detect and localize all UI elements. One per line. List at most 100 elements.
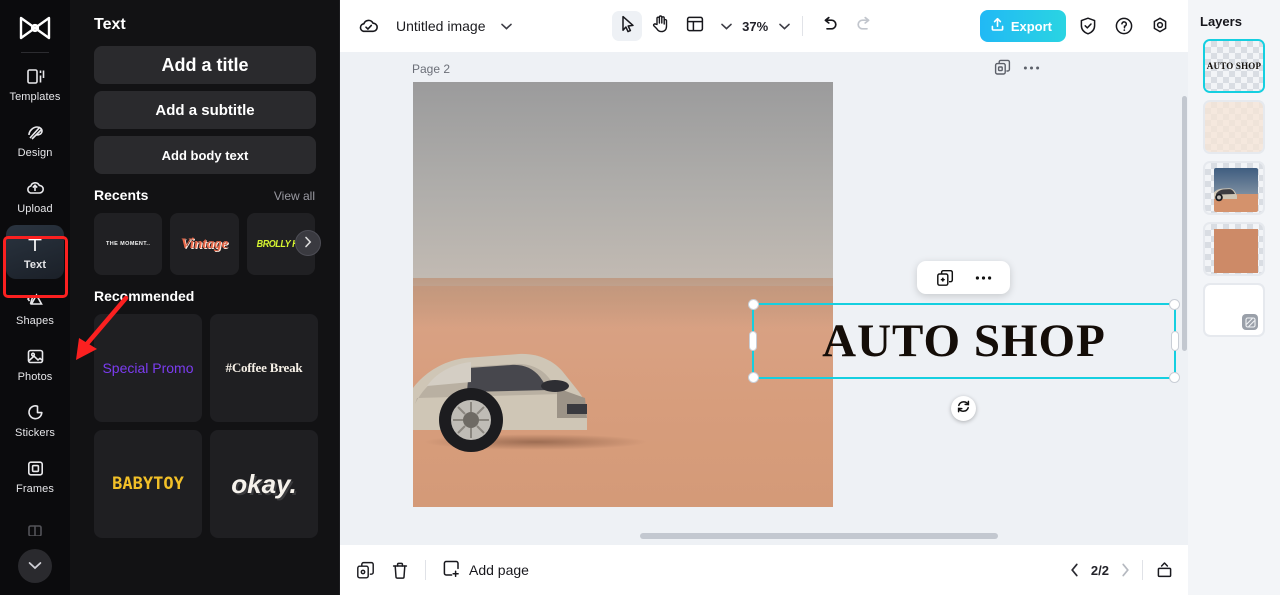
page-tools — [994, 59, 1040, 76]
recommended-item[interactable]: #Coffee Break — [210, 314, 318, 422]
duplicate-page-icon[interactable] — [356, 561, 375, 580]
sidebar-item-upload[interactable]: Upload — [6, 169, 64, 223]
car-image — [413, 353, 587, 452]
recents-next-button[interactable] — [295, 230, 321, 256]
recommended-item[interactable]: okay. — [210, 430, 318, 538]
chevron-down-icon[interactable] — [500, 23, 512, 30]
bottom-toolbar: Add page 2/2 — [340, 545, 1188, 595]
resize-handle-middle-left[interactable] — [749, 331, 757, 351]
recommended-item[interactable]: BABYTOY — [94, 430, 202, 538]
page-label: Page 2 — [412, 62, 451, 76]
thumb-car-icon — [1214, 188, 1237, 202]
frames-icon — [25, 458, 46, 480]
artboard[interactable] — [413, 82, 833, 507]
sidebar-item-photos[interactable]: Photos — [6, 337, 64, 391]
shield-check-icon[interactable] — [1074, 12, 1102, 40]
layer-item-solid[interactable] — [1203, 222, 1265, 276]
add-a-title-button[interactable]: Add a title — [94, 46, 316, 84]
resize-handle-top-right[interactable] — [1169, 299, 1180, 310]
templates-icon — [25, 66, 46, 88]
hand-tool-button[interactable] — [646, 11, 676, 41]
capcut-logo-icon[interactable] — [15, 12, 55, 44]
chevron-right-icon — [304, 236, 312, 251]
undo-button[interactable] — [815, 11, 845, 41]
panel-title: Text — [94, 16, 126, 33]
layer-item-text[interactable]: AUTO SHOP — [1203, 39, 1265, 93]
resize-handle-bottom-left[interactable] — [748, 372, 759, 383]
recents-row: THE MOMENT.. Vintage BROLLY HA — [94, 213, 321, 275]
chevron-down-icon — [28, 557, 42, 575]
add-page-icon — [442, 559, 461, 581]
canvas-horizontal-scrollbar[interactable] — [640, 533, 998, 539]
zoom-level[interactable]: 37% — [742, 19, 768, 34]
redo-button[interactable] — [849, 11, 879, 41]
pager-controls: 2/2 — [1070, 560, 1174, 580]
zoom-chevron-down-icon[interactable] — [779, 23, 790, 30]
export-button[interactable]: Export — [979, 10, 1066, 42]
add-a-subtitle-button[interactable]: Add a subtitle — [94, 91, 316, 129]
canvas-tools: 37% — [612, 11, 879, 41]
rotate-handle[interactable] — [951, 396, 976, 421]
layout-tool-button[interactable] — [680, 11, 710, 41]
sidebar-item-shapes[interactable]: Shapes — [6, 281, 64, 335]
add-page-button[interactable]: Add page — [442, 559, 529, 581]
layer-item-overlay[interactable] — [1203, 100, 1265, 154]
redo-arrow-icon — [855, 16, 873, 37]
sidebar-item-frames[interactable]: Frames — [6, 449, 64, 503]
present-icon[interactable] — [1155, 561, 1174, 579]
cloud-saved-icon[interactable] — [356, 13, 382, 39]
rail-divider — [21, 52, 49, 53]
main-area: Untitled image 37% Export Page 2 AUTO SH… — [340, 0, 1280, 595]
more-options-icon[interactable] — [1023, 65, 1040, 71]
export-label: Export — [1010, 18, 1052, 34]
select-tool-button[interactable] — [612, 11, 643, 41]
rail-expand-button[interactable] — [18, 549, 52, 583]
sky-background — [413, 82, 833, 286]
resize-handle-middle-right[interactable] — [1171, 331, 1179, 351]
prev-page-button[interactable] — [1070, 563, 1079, 577]
canvas-text-element[interactable]: AUTO SHOP — [754, 305, 1174, 377]
recommended-item-label: Special Promo — [102, 360, 194, 376]
sidebar-item-templates[interactable]: Templates — [6, 57, 64, 111]
upload-share-icon — [990, 17, 1005, 35]
layer-thumbnail-label: AUTO SHOP — [1206, 61, 1262, 71]
stickers-icon — [25, 402, 46, 424]
cursor-arrow-icon — [619, 15, 636, 38]
sidebar-item-design[interactable]: Design — [6, 113, 64, 167]
next-page-button[interactable] — [1121, 563, 1130, 577]
text-selection-box[interactable]: AUTO SHOP — [748, 299, 1180, 383]
layer-item-background[interactable] — [1203, 283, 1265, 337]
more-icon[interactable] — [975, 275, 992, 281]
sidebar-item-stickers[interactable]: Stickers — [6, 393, 64, 447]
sidebar-item-text[interactable]: Text — [6, 225, 64, 279]
sidebar-item-label: Templates — [9, 90, 61, 103]
top-toolbar: Untitled image 37% Export — [340, 0, 1188, 52]
document-title[interactable]: Untitled image — [396, 18, 486, 34]
settings-gear-icon[interactable] — [1146, 12, 1174, 40]
recommended-item-label: okay. — [231, 468, 297, 499]
page-indicator: 2/2 — [1090, 562, 1109, 578]
recent-item[interactable]: THE MOMENT.. — [94, 213, 163, 275]
rail-bottom — [18, 519, 52, 595]
hand-icon — [652, 14, 670, 38]
resize-handle-top-left[interactable] — [748, 299, 759, 310]
recommended-item-label: BABYTOY — [112, 474, 184, 494]
recommended-grid: Special Promo #Coffee Break BABYTOY okay… — [94, 314, 318, 538]
layout-chevron-down-icon[interactable] — [721, 23, 732, 30]
sidebar-item-label: Stickers — [15, 426, 55, 439]
sidebar-item-label: Frames — [16, 482, 54, 495]
add-body-text-button[interactable]: Add body text — [94, 136, 316, 174]
duplicate-icon[interactable] — [936, 269, 954, 287]
layer-item-photo[interactable] — [1203, 161, 1265, 215]
recommended-item[interactable]: Special Promo — [94, 314, 202, 422]
trash-icon[interactable] — [391, 561, 409, 580]
recent-item[interactable]: Vintage — [170, 213, 239, 275]
layers-scrollbar[interactable] — [1182, 96, 1187, 351]
recents-view-all-link[interactable]: View all — [274, 189, 315, 203]
duplicate-page-icon[interactable] — [994, 59, 1011, 76]
left-rail: Templates Design Upload Text Shapes Phot… — [0, 0, 70, 595]
resize-handle-bottom-right[interactable] — [1169, 372, 1180, 383]
help-question-icon[interactable] — [1110, 12, 1138, 40]
canvas-area[interactable]: Page 2 AUTO SHOP — [340, 52, 1188, 545]
toolbar-divider — [802, 16, 804, 36]
